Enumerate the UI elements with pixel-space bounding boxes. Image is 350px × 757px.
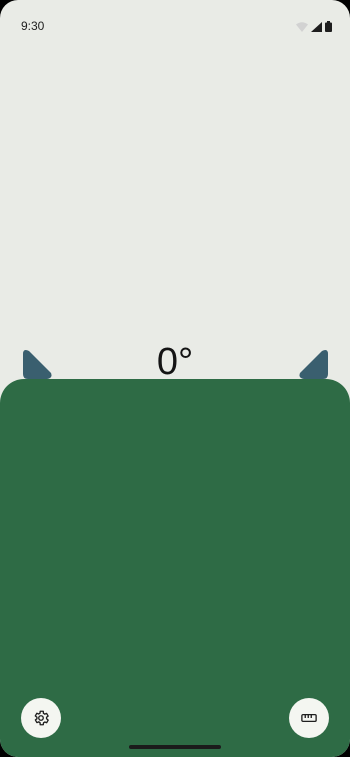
gear-icon — [32, 709, 50, 727]
cellular-signal-icon — [311, 22, 322, 32]
battery-icon — [325, 21, 332, 32]
ruler-button[interactable] — [289, 698, 329, 738]
status-bar: 9:30 — [0, 0, 350, 52]
level-screen: 9:30 0° — [0, 0, 350, 757]
settings-button[interactable] — [21, 698, 61, 738]
navigation-handle[interactable] — [129, 745, 221, 749]
wifi-icon — [296, 22, 308, 32]
right-level-marker — [297, 346, 331, 380]
status-time: 9:30 — [21, 19, 45, 33]
ruler-icon — [300, 709, 318, 727]
status-icons — [296, 21, 332, 32]
